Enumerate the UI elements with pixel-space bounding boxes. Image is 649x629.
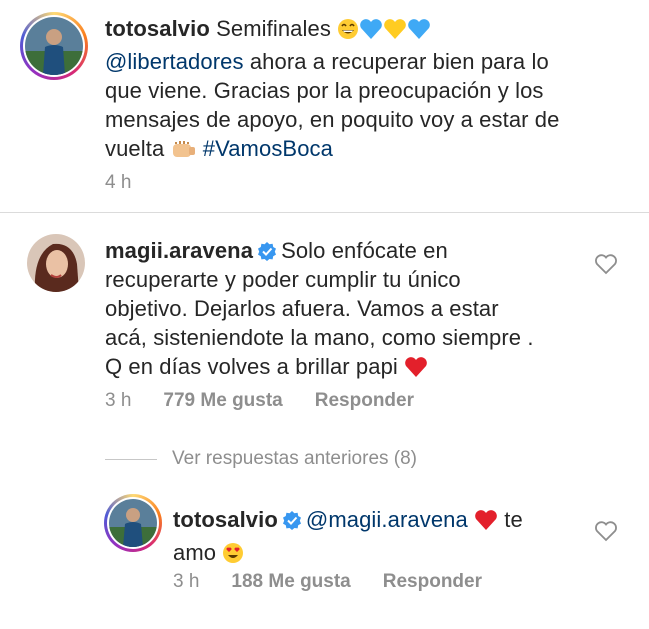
blue-heart-icon xyxy=(407,18,431,47)
avatar xyxy=(109,499,157,547)
fist-bump-icon xyxy=(171,138,197,167)
comment-time: 4 h xyxy=(105,172,132,193)
comment-meta: 4 h xyxy=(105,172,131,194)
avatar-photo-icon xyxy=(25,17,83,75)
comment-meta: 3 h 779 Me gusta Responder xyxy=(105,390,414,412)
reply-button[interactable]: Responder xyxy=(383,571,482,593)
likes-count[interactable]: 779 Me gusta xyxy=(163,390,282,412)
story-avatar-ring[interactable] xyxy=(20,12,88,80)
reply-text: amo xyxy=(173,540,217,565)
comment-username[interactable]: magii.aravena xyxy=(105,238,253,263)
mention-link[interactable]: @magii.aravena xyxy=(306,507,468,532)
divider xyxy=(0,212,649,213)
reply-button[interactable]: Responder xyxy=(315,390,414,412)
verified-badge-icon xyxy=(257,239,277,261)
comment-username[interactable]: totosalvio xyxy=(105,16,210,41)
story-avatar-ring[interactable] xyxy=(104,494,162,552)
comment-text: mensajes de apoyo, en poquito voy a esta… xyxy=(105,107,560,132)
comment-body: totosalvio Semifinales @libertadores aho… xyxy=(105,14,625,167)
comment-text: Solo enfócate en xyxy=(281,238,448,263)
reply-meta: 3 h 188 Me gusta Responder xyxy=(173,571,482,593)
red-heart-icon xyxy=(404,356,428,385)
comment-text: recuperarte y poder cumplir tu único xyxy=(105,267,461,292)
likes-count[interactable]: 188 Me gusta xyxy=(231,571,350,593)
comment-text: acá, sisteniendote la mano, como siempre… xyxy=(105,325,534,350)
avatar-photo-icon xyxy=(109,499,157,547)
grinning-face-icon xyxy=(337,18,359,47)
avatar-photo-icon xyxy=(27,234,85,292)
comment-body: magii.aravena Solo enfócate en recuperar… xyxy=(105,236,585,385)
mention-link[interactable]: @libertadores xyxy=(105,49,244,74)
reply-username[interactable]: totosalvio xyxy=(173,507,278,532)
reply-time: 3 h xyxy=(173,571,200,592)
like-heart-icon[interactable] xyxy=(594,253,618,275)
hashtag-link[interactable]: #VamosBoca xyxy=(203,136,333,161)
comment-text: objetivo. Dejarlos afuera. Vamos a estar xyxy=(105,296,499,321)
heart-eyes-icon xyxy=(222,542,244,571)
view-previous-replies-button[interactable]: Ver respuestas anteriores (8) xyxy=(172,448,417,470)
comment-time: 3 h xyxy=(105,390,132,411)
avatar xyxy=(25,17,83,75)
yellow-heart-icon xyxy=(383,18,407,47)
reply-body: totosalvio @magii.aravena te amo xyxy=(173,505,583,571)
comment-text: ahora a recuperar bien para lo xyxy=(249,49,549,74)
like-heart-icon[interactable] xyxy=(594,520,618,542)
comment-text: vuelta xyxy=(105,136,165,161)
verified-badge-icon xyxy=(282,508,302,530)
replies-line xyxy=(105,459,157,460)
comment-text: Q en días volves a brillar papi xyxy=(105,354,398,379)
comment-text: Semifinales xyxy=(216,16,331,41)
reply-text: te xyxy=(504,507,523,532)
blue-heart-icon xyxy=(359,18,383,47)
red-heart-icon xyxy=(474,509,498,538)
avatar[interactable] xyxy=(27,234,85,292)
comment-text: que viene. Gracias por la preocupación y… xyxy=(105,78,544,103)
